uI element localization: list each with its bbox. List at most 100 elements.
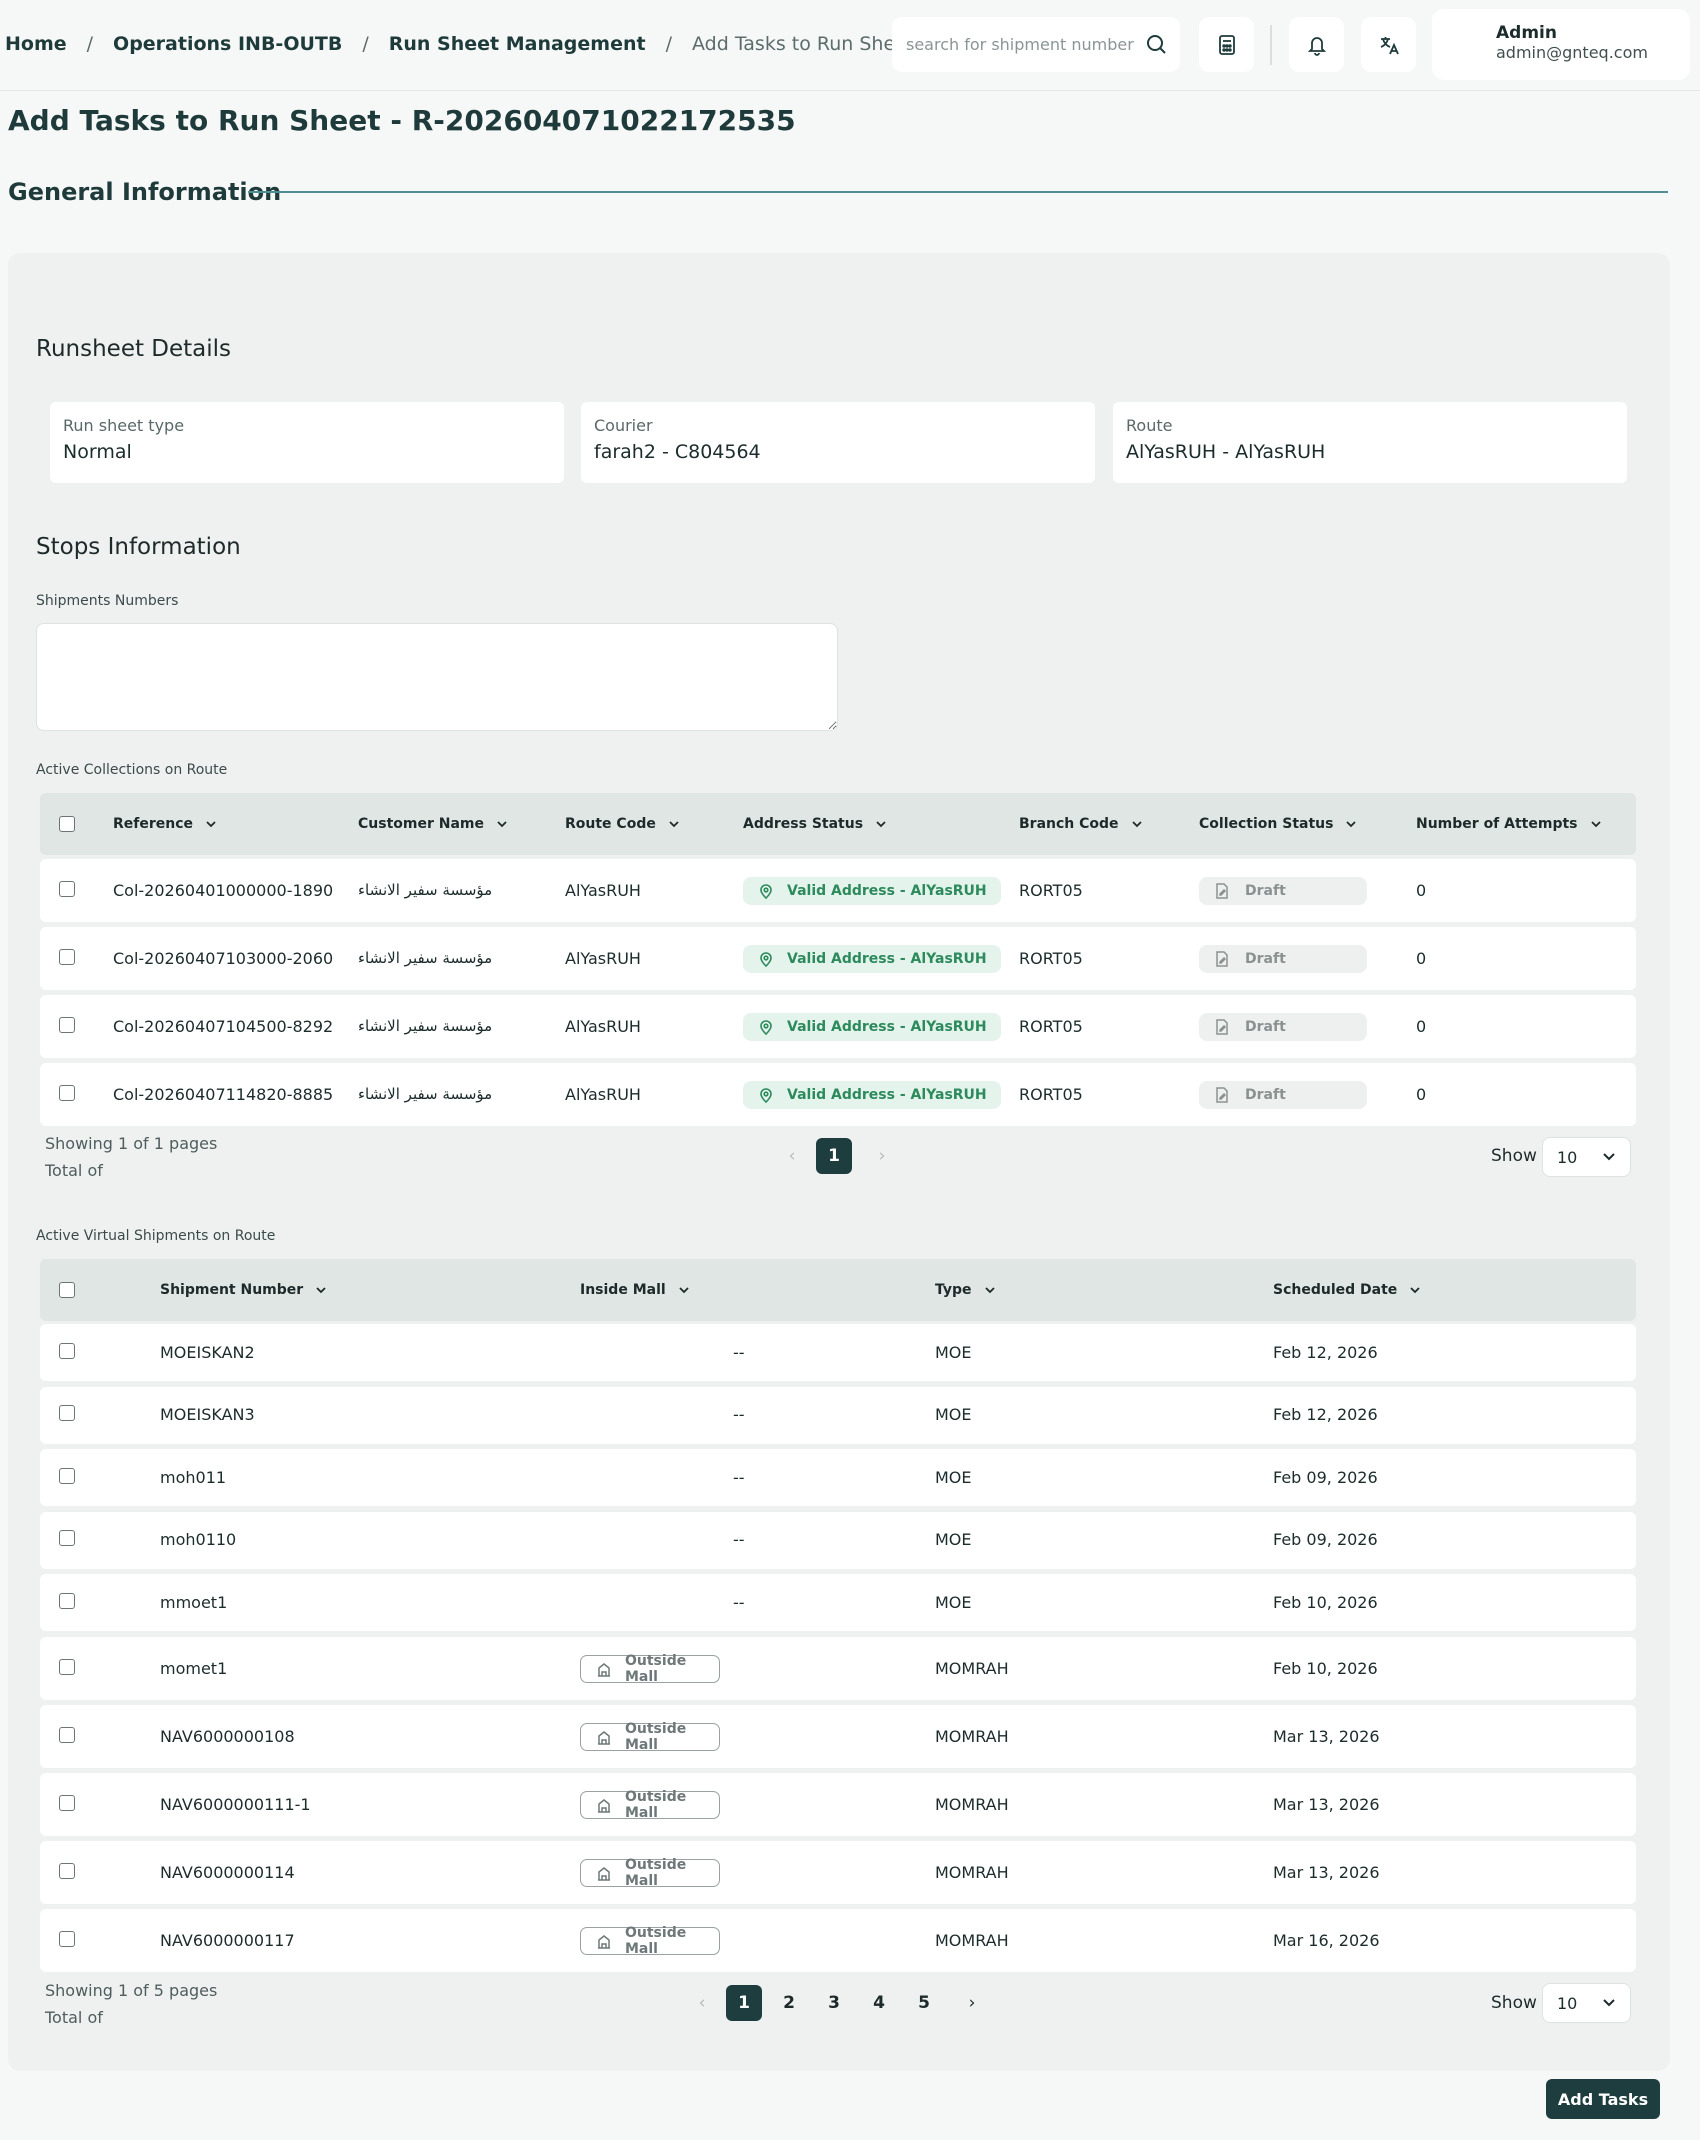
scheduled-date-cell: Feb 09, 2026: [1273, 1467, 1378, 1487]
calculator-button[interactable]: [1199, 17, 1254, 72]
virtual-page-size-select[interactable]: 10: [1542, 1983, 1631, 2023]
next-page-button[interactable]: ›: [864, 1138, 900, 1174]
route-code-cell: AlYasRUH: [565, 1085, 641, 1104]
column-header[interactable]: Inside Mall: [580, 1282, 690, 1298]
inside-mall-badge: Outside Mall: [580, 1857, 720, 1889]
row-checkbox[interactable]: [59, 1405, 75, 1421]
notifications-button[interactable]: [1289, 17, 1344, 72]
table-row[interactable]: [40, 1386, 1636, 1444]
top-bar: Home / Operations INB-OUTB / Run Sheet M…: [0, 0, 1700, 91]
table-row[interactable]: [40, 1324, 1636, 1381]
search-input[interactable]: [906, 35, 1136, 54]
collections-pagination-info: Showing 1 of 1 pages Total of: [45, 1130, 217, 1184]
field-label: Courier: [594, 416, 653, 435]
next-page-button[interactable]: ›: [954, 1985, 990, 2021]
column-header[interactable]: Route Code: [565, 816, 680, 832]
draft-document-icon: [1216, 1019, 1228, 1035]
row-checkbox[interactable]: [59, 1017, 75, 1033]
chevron-down-icon[interactable]: [496, 820, 508, 828]
page-button[interactable]: 5: [906, 1985, 942, 2021]
column-header[interactable]: Number of Attempts: [1416, 816, 1602, 832]
row-checkbox[interactable]: [59, 1930, 75, 1947]
row-checkbox[interactable]: [59, 1726, 75, 1743]
column-header[interactable]: Reference: [113, 816, 217, 832]
row-checkbox[interactable]: [59, 1530, 75, 1546]
row-checkbox[interactable]: [59, 1592, 75, 1609]
user-name: Admin: [1496, 23, 1557, 43]
column-header-label: Address Status: [743, 816, 864, 832]
chevron-down-icon[interactable]: [1590, 820, 1602, 828]
search-icon[interactable]: [1144, 32, 1168, 56]
pagination-showing: Showing 1 of 1 pages: [45, 1134, 218, 1153]
row-checkbox[interactable]: [59, 1342, 75, 1359]
inside-mall-cell: --: [733, 1405, 745, 1424]
reference-cell: Col-20260407104500-8292: [113, 1017, 334, 1036]
page-button[interactable]: 4: [861, 1985, 897, 2021]
table-row[interactable]: [40, 1511, 1636, 1569]
page-button[interactable]: 1: [726, 1985, 762, 2021]
inside-mall-badge: Outside Mall: [580, 1925, 720, 1957]
prev-page-button[interactable]: ‹: [774, 1138, 810, 1174]
field-label: Route: [1126, 416, 1173, 435]
page-button[interactable]: 1: [816, 1138, 852, 1174]
page-size-value: 10: [1557, 1993, 1578, 2013]
address-status-text: Valid Address - AlYasRUH: [787, 951, 987, 967]
customer-name-cell: مؤسسة سفير الانشاء: [358, 949, 493, 967]
shipments-numbers-input[interactable]: [36, 623, 838, 731]
row-checkbox[interactable]: [59, 1085, 75, 1101]
column-header[interactable]: Address Status: [743, 816, 887, 832]
chevron-down-icon[interactable]: [1131, 820, 1143, 828]
breadcrumb-separator: /: [362, 33, 369, 55]
chevron-down-icon[interactable]: [315, 1286, 327, 1294]
draft-document-icon: [1216, 1087, 1228, 1103]
user-menu[interactable]: Admin admin@gnteq.com: [1432, 9, 1690, 80]
chevron-down-icon[interactable]: [875, 820, 887, 828]
chevron-down-icon[interactable]: [1345, 820, 1357, 828]
row-checkbox[interactable]: [59, 1862, 75, 1879]
column-header[interactable]: Collection Status: [1199, 816, 1357, 832]
row-checkbox[interactable]: [59, 1467, 75, 1484]
column-header[interactable]: Shipment Number: [160, 1282, 327, 1298]
page-size-value: 10: [1557, 1147, 1578, 1167]
row-checkbox[interactable]: [59, 949, 75, 965]
breadcrumb-operations[interactable]: Operations INB-OUTB: [113, 33, 342, 55]
translate-icon: [1380, 36, 1399, 54]
breadcrumb: Home / Operations INB-OUTB / Run Sheet M…: [5, 33, 914, 55]
prev-page-button[interactable]: ‹: [684, 1985, 720, 2021]
address-status-text: Valid Address - AlYasRUH: [787, 883, 987, 899]
table-row[interactable]: [40, 1637, 1636, 1700]
column-header[interactable]: Customer Name: [358, 816, 508, 832]
page-button[interactable]: 2: [771, 1985, 807, 2021]
select-all-collections-checkbox[interactable]: [59, 816, 75, 832]
chevron-down-icon[interactable]: [984, 1286, 996, 1294]
chevron-down-icon[interactable]: [678, 1286, 690, 1294]
chevron-down-icon[interactable]: [205, 820, 217, 828]
column-header[interactable]: Branch Code: [1019, 816, 1143, 832]
page-button[interactable]: 3: [816, 1985, 852, 2021]
mall-icon: [598, 1934, 610, 1949]
row-checkbox[interactable]: [59, 1794, 75, 1811]
language-button[interactable]: [1361, 17, 1416, 72]
chevron-down-icon[interactable]: [1409, 1286, 1421, 1294]
column-header[interactable]: Type: [935, 1282, 996, 1298]
scheduled-date-cell: Mar 13, 2026: [1273, 1794, 1380, 1814]
table-row[interactable]: [40, 1574, 1636, 1631]
add-tasks-button[interactable]: Add Tasks: [1546, 2079, 1660, 2119]
select-all-virtual-checkbox[interactable]: [59, 1282, 75, 1298]
bell-icon: [1307, 36, 1326, 56]
shipment-search: [892, 17, 1180, 72]
shipment-number-cell: NAV6000000114: [160, 1862, 295, 1882]
breadcrumb-run-sheet-management[interactable]: Run Sheet Management: [389, 33, 646, 55]
breadcrumb-home[interactable]: Home: [5, 33, 67, 55]
column-header-label: Shipment Number: [160, 1282, 304, 1298]
collections-page-size-select[interactable]: 10: [1542, 1137, 1631, 1177]
column-header[interactable]: Scheduled Date: [1273, 1282, 1421, 1298]
inside-mall-cell: --: [733, 1530, 745, 1549]
table-row[interactable]: [40, 1449, 1636, 1506]
row-checkbox[interactable]: [59, 1658, 75, 1675]
run-sheet-type-field: Run sheet type Normal: [50, 402, 564, 483]
row-checkbox[interactable]: [59, 881, 75, 897]
draft-document-icon: [1216, 883, 1228, 899]
chevron-down-icon[interactable]: [668, 820, 680, 828]
column-header-label: Scheduled Date: [1273, 1282, 1398, 1298]
